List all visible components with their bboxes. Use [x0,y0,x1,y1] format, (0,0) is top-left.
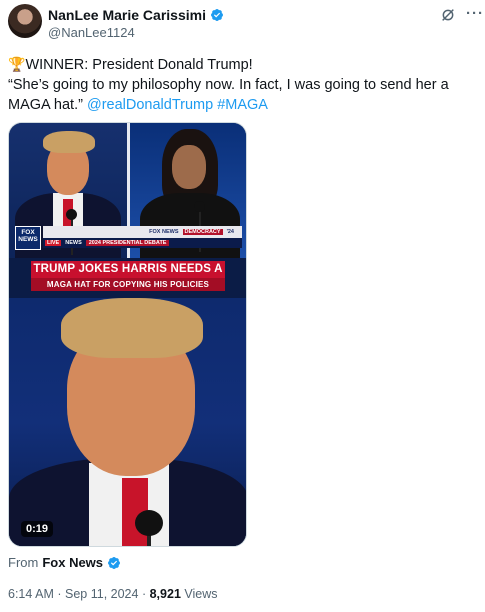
meta-separator-2: · [141,587,147,601]
hashtag-link[interactable]: #MAGA [217,97,268,113]
tweet-line-3: MAGA hat.” @realDonaldTrump #MAGA [8,95,478,115]
author-handle[interactable]: @NanLee1124 [48,25,135,40]
verified-badge-icon [210,9,223,21]
headline-line-2: MAGA HAT FOR COPYING HIS POLICIES [31,278,225,291]
more-options-button[interactable]: ··· [466,5,484,22]
source-verified-icon [108,556,121,569]
chyron-party: DEMOCRACY [182,229,223,235]
trophy-icon: 🏆 [8,56,26,72]
video-player[interactable]: FOX NEWS FOX NEWS DEMOCRACY '24 LIVE NEW… [8,122,247,547]
tweet-metadata: 6:14 AM · Sep 11, 2024 · 8,921 Views [8,587,218,601]
chyron-bottombar: LIVE NEWS 2024 PRESIDENTIAL DEBATE [43,238,242,248]
tweet-date[interactable]: Sep 11, 2024 [65,587,138,601]
news-chyron: FOX NEWS FOX NEWS DEMOCRACY '24 LIVE NEW… [15,226,242,250]
headline-line-1: TRUMP JOKES HARRIS NEEDS A [33,263,223,275]
tweet-text: 🏆WINNER: President Donald Trump! “She’s … [8,54,478,115]
news-label: NEWS [65,240,82,246]
chyron-year: '24 [226,229,234,235]
live-badge: LIVE [45,240,62,246]
video-duration-badge: 0:19 [21,521,54,537]
video-headline: TRUMP JOKES HARRIS NEEDS A MAGA HAT FOR … [31,261,225,291]
meta-separator-1: · [57,587,62,601]
tweet-headline: WINNER: President Donald Trump! [25,57,253,73]
source-prefix: From [8,555,39,570]
trump-closeup-figure [9,298,246,546]
views-label: Views [184,587,218,601]
chyron-topbar: FOX NEWS DEMOCRACY '24 [43,226,242,238]
debate-label: 2024 PRESIDENTIAL DEBATE [85,240,170,246]
source-name-link[interactable]: Fox News [42,555,103,570]
tweet-header: NanLee Marie Carissimi @NanLee1124 ··· [8,4,483,48]
chyron-network: FOX NEWS [149,229,179,235]
avatar[interactable] [8,4,42,38]
tweet-line-1: 🏆WINNER: President Donald Trump! [8,54,478,75]
closeup-shot [9,298,246,546]
tweet-line-2: “She’s going to my philosophy now. In fa… [8,77,449,93]
fox-news-logo: FOX NEWS [15,226,41,250]
mention-link[interactable]: @realDonaldTrump [87,97,213,113]
tweet-quote-end: MAGA hat.” [8,97,83,113]
video-source: From Fox News [8,555,121,570]
tweet-time[interactable]: 6:14 AM [8,587,54,601]
views-count: 8,921 [149,587,181,601]
grok-icon[interactable] [440,7,456,23]
display-name[interactable]: NanLee Marie Carissimi [48,7,206,23]
author-name-row: NanLee Marie Carissimi [48,7,224,23]
